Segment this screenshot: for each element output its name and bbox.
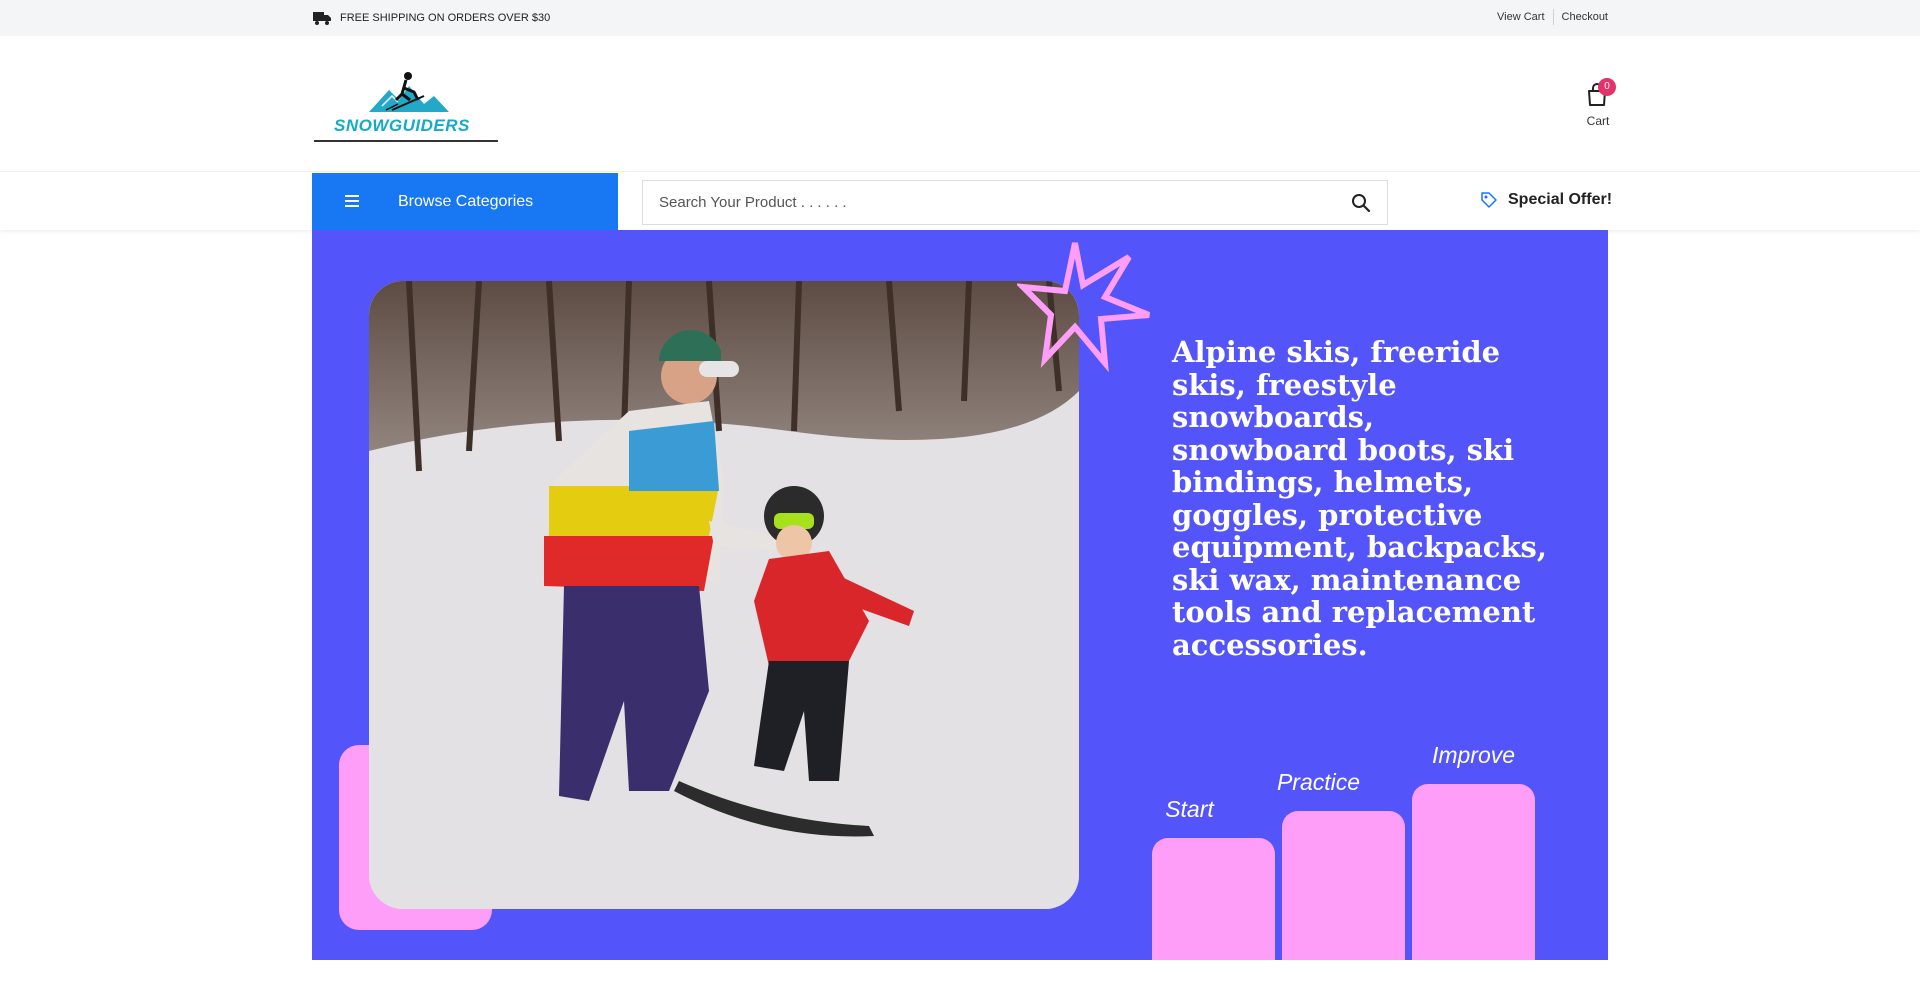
logo-text: SNOWGUIDERS (334, 116, 470, 135)
search-icon[interactable] (1351, 193, 1371, 213)
step-label-practice: Practice (1276, 769, 1361, 795)
tag-icon (1481, 192, 1497, 208)
step-label-improve: Improve (1431, 742, 1516, 768)
view-cart-link[interactable]: View Cart (1497, 11, 1544, 23)
nav-bar: Browse Categories Special Offer! (0, 172, 1920, 231)
checkout-link[interactable]: Checkout (1562, 11, 1608, 23)
skier-mountain-logo-icon (369, 72, 449, 112)
top-links: View Cart Checkout (1497, 9, 1608, 25)
hero-photo (369, 281, 1079, 909)
step-bar-practice (1282, 811, 1405, 960)
browse-categories-label: Browse Categories (398, 193, 534, 210)
search-input[interactable] (659, 181, 1319, 224)
cart-label: Cart (1586, 114, 1610, 128)
hero-headline: Alpine skis, freeride skis, freestyle sn… (1172, 335, 1547, 662)
top-bar: FREE SHIPPING ON ORDERS OVER $30 View Ca… (0, 0, 1920, 36)
hero-banner: Alpine skis, freeride skis, freestyle sn… (312, 230, 1608, 960)
free-shipping-text: FREE SHIPPING ON ORDERS OVER $30 (340, 12, 551, 24)
star-icon (1017, 242, 1151, 373)
hamburger-icon (345, 195, 359, 207)
free-shipping-notice: FREE SHIPPING ON ORDERS OVER $30 (312, 10, 550, 26)
special-offer-label: Special Offer! (1508, 191, 1613, 208)
step-label-start: Start (1165, 796, 1214, 822)
browse-categories-button[interactable]: Browse Categories (312, 173, 618, 231)
logo-underline (314, 140, 498, 142)
search-box (642, 180, 1388, 225)
cart-button[interactable]: 0 Cart (1580, 78, 1616, 134)
divider (1552, 9, 1554, 25)
truck-icon (313, 12, 331, 25)
cart-count-badge: 0 (1598, 78, 1616, 96)
step-bar-start (1152, 838, 1275, 960)
special-offer-link[interactable]: Special Offer! (1480, 191, 1612, 209)
site-header: SNOWGUIDERS 0 Cart (0, 36, 1920, 172)
site-logo[interactable]: SNOWGUIDERS (314, 70, 498, 146)
snowboarding-lesson-illustration (369, 281, 1079, 909)
step-bar-improve (1412, 784, 1535, 960)
